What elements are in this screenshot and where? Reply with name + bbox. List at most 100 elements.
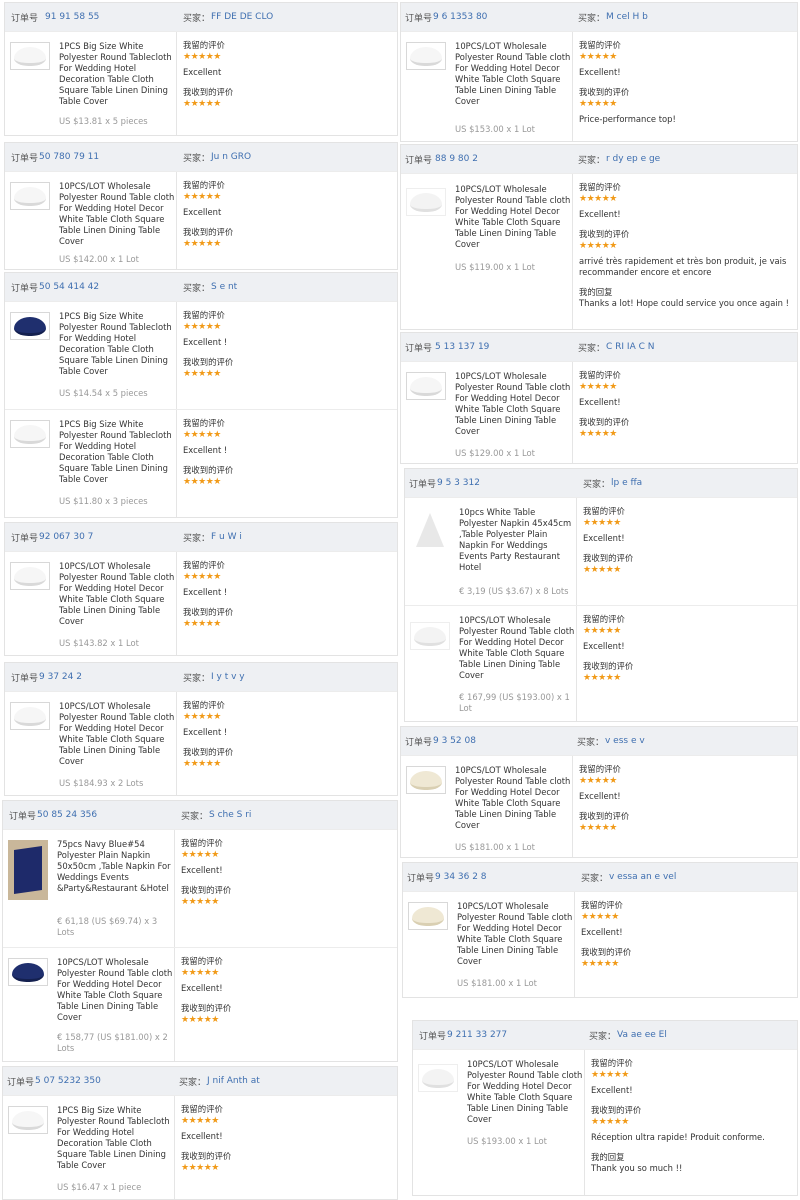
buyer-name[interactable]: r dy ep e ge bbox=[606, 154, 660, 164]
product-title[interactable]: 75pcs Navy Blue#54 Polyester Plain Napki… bbox=[57, 839, 173, 894]
product-price: US $193.00 x 1 Lot bbox=[467, 1136, 547, 1146]
buyer-label: 买家： bbox=[583, 479, 611, 490]
order-number[interactable]: 50 85 24 356 bbox=[37, 810, 97, 820]
order-number[interactable]: 9 5 3 312 bbox=[437, 478, 480, 488]
star-rating: ★★★★★ bbox=[583, 565, 621, 575]
star-rating: ★★★★★ bbox=[183, 712, 221, 722]
product-title[interactable]: 10PCS/LOT Wholesale Polyester Round Tabl… bbox=[467, 1059, 583, 1125]
my-review-label: 我留的评价 bbox=[579, 182, 621, 192]
product-cell: 10PCS/LOT Wholesale Polyester Round Tabl… bbox=[5, 552, 177, 655]
product-price: US $142.00 x 1 Lot bbox=[59, 254, 139, 264]
product-thumbnail[interactable] bbox=[10, 702, 50, 730]
order-card: 订单号 9 3 52 08 买家： v ess e v 10PCS/LOT Wh… bbox=[400, 726, 798, 858]
received-review-label: 我收到的评价 bbox=[183, 465, 234, 475]
buyer-name[interactable]: M cel H b bbox=[606, 12, 648, 22]
order-item: 10PCS/LOT Wholesale Polyester Round Tabl… bbox=[403, 891, 797, 997]
order-number[interactable]: 5 13 137 19 bbox=[435, 342, 489, 352]
received-review-label: 我收到的评价 bbox=[581, 947, 632, 957]
order-number[interactable]: 9 6 1353 80 bbox=[433, 12, 487, 22]
star-rating: ★★★★★ bbox=[591, 1070, 629, 1080]
buyer-label: 买家： bbox=[183, 533, 211, 544]
buyer-name[interactable]: S e nt bbox=[211, 282, 237, 292]
order-number-label: 订单号 bbox=[409, 479, 437, 490]
order-number[interactable]: 9 211 33 277 bbox=[447, 1030, 507, 1040]
buyer-name[interactable]: lp e ffa bbox=[611, 478, 642, 488]
order-number-label: 订单号 bbox=[419, 1031, 447, 1042]
star-rating: ★★★★★ bbox=[183, 239, 221, 249]
product-title[interactable]: 1PCS Big Size White Polyester Round Tabl… bbox=[59, 311, 175, 377]
product-thumbnail[interactable] bbox=[10, 182, 50, 210]
product-thumbnail[interactable] bbox=[8, 1106, 48, 1134]
product-title[interactable]: 10pcs White Table Polyester Napkin 45x45… bbox=[459, 507, 575, 573]
buyer-name[interactable]: C RI IA C N bbox=[606, 342, 654, 352]
product-cell: 10PCS/LOT Wholesale Polyester Round Tabl… bbox=[401, 32, 573, 141]
buyer-name[interactable]: FF DE DE CLO bbox=[211, 12, 273, 22]
product-title[interactable]: 10PCS/LOT Wholesale Polyester Round Tabl… bbox=[455, 371, 571, 437]
order-number[interactable]: 92 067 30 7 bbox=[39, 532, 93, 542]
buyer-name[interactable]: v ess e v bbox=[605, 736, 645, 746]
product-thumbnail[interactable] bbox=[406, 42, 446, 70]
order-number[interactable]: 50 780 79 11 bbox=[39, 152, 99, 162]
received-review-label: 我收到的评价 bbox=[579, 417, 630, 427]
order-number[interactable]: 9 3 52 08 bbox=[433, 736, 476, 746]
buyer-name[interactable]: S che S ri bbox=[209, 810, 251, 820]
product-title[interactable]: 10PCS/LOT Wholesale Polyester Round Tabl… bbox=[57, 957, 173, 1023]
product-thumbnail[interactable] bbox=[406, 372, 446, 400]
product-thumbnail[interactable] bbox=[418, 1064, 458, 1092]
product-thumbnail[interactable] bbox=[8, 840, 48, 900]
buyer-name[interactable]: J nif Anth at bbox=[207, 1076, 260, 1086]
review-cell: 我留的评价 ★★★★★ Excellent ! 我收到的评价 ★★★★★ bbox=[177, 552, 397, 655]
order-item: 10PCS/LOT Wholesale Polyester Round Tabl… bbox=[413, 1049, 797, 1195]
product-thumbnail[interactable] bbox=[10, 312, 50, 340]
product-title[interactable]: 1PCS Big Size White Polyester Round Tabl… bbox=[59, 419, 175, 485]
my-review-label: 我留的评价 bbox=[183, 700, 225, 710]
product-thumbnail[interactable] bbox=[10, 562, 50, 590]
order-number-label: 订单号 bbox=[405, 737, 433, 748]
product-thumbnail[interactable] bbox=[406, 766, 446, 794]
buyer-name[interactable]: I y t v y bbox=[211, 672, 245, 682]
star-rating: ★★★★★ bbox=[181, 1015, 219, 1025]
buyer-name[interactable]: Ju n GRO bbox=[211, 152, 251, 162]
product-thumbnail[interactable] bbox=[410, 622, 450, 650]
product-thumbnail[interactable] bbox=[408, 902, 448, 930]
product-thumbnail[interactable] bbox=[10, 420, 50, 448]
product-title[interactable]: 10PCS/LOT Wholesale Polyester Round Tabl… bbox=[59, 701, 175, 767]
star-rating: ★★★★★ bbox=[183, 369, 221, 379]
order-card: 订单号 9 6 1353 80 买家： M cel H b 10PCS/LOT … bbox=[400, 2, 798, 142]
buyer-name[interactable]: Va ae ee El bbox=[617, 1030, 667, 1040]
product-price: US $184.93 x 2 Lots bbox=[59, 778, 144, 788]
buyer-name[interactable]: F u W i bbox=[211, 532, 242, 542]
product-thumbnail[interactable] bbox=[410, 508, 450, 552]
product-title[interactable]: 10PCS/LOT Wholesale Polyester Round Tabl… bbox=[455, 41, 571, 107]
order-number-label: 订单号 bbox=[11, 13, 39, 24]
product-title[interactable]: 1PCS Big Size White Polyester Round Tabl… bbox=[59, 41, 175, 107]
product-title[interactable]: 1PCS Big Size White Polyester Round Tabl… bbox=[57, 1105, 173, 1171]
order-number[interactable]: 9 34 36 2 8 bbox=[435, 872, 487, 882]
order-number[interactable]: 88 9 80 2 bbox=[435, 154, 478, 164]
order-number-label: 订单号 bbox=[407, 873, 435, 884]
received-review-label: 我收到的评价 bbox=[579, 87, 630, 97]
order-header: 订单号 50 85 24 356 买家： S che S ri bbox=[3, 801, 397, 829]
product-thumbnail[interactable] bbox=[8, 958, 48, 986]
product-thumbnail[interactable] bbox=[406, 188, 446, 216]
product-title[interactable]: 10PCS/LOT Wholesale Polyester Round Tabl… bbox=[59, 181, 175, 247]
product-title[interactable]: 10PCS/LOT Wholesale Polyester Round Tabl… bbox=[455, 765, 571, 831]
buyer-name[interactable]: v essa an e vel bbox=[609, 872, 676, 882]
star-rating: ★★★★★ bbox=[579, 382, 617, 392]
product-title[interactable]: 10PCS/LOT Wholesale Polyester Round Tabl… bbox=[457, 901, 573, 967]
order-item: 10pcs White Table Polyester Napkin 45x45… bbox=[405, 497, 797, 605]
product-title[interactable]: 10PCS/LOT Wholesale Polyester Round Tabl… bbox=[459, 615, 575, 681]
product-cell: 10PCS/LOT Wholesale Polyester Round Tabl… bbox=[403, 892, 575, 997]
order-number[interactable]: 91 91 58 55 bbox=[45, 12, 99, 22]
product-title[interactable]: 10PCS/LOT Wholesale Polyester Round Tabl… bbox=[59, 561, 175, 627]
order-number[interactable]: 5 07 5232 350 bbox=[35, 1076, 101, 1086]
received-review-label: 我收到的评价 bbox=[591, 1105, 642, 1115]
my-review-label: 我留的评价 bbox=[579, 370, 621, 380]
star-rating: ★★★★★ bbox=[579, 241, 617, 251]
product-title[interactable]: 10PCS/LOT Wholesale Polyester Round Tabl… bbox=[455, 184, 571, 250]
order-number[interactable]: 50 54 414 42 bbox=[39, 282, 99, 292]
buyer-label: 买家： bbox=[578, 155, 606, 166]
product-thumbnail[interactable] bbox=[10, 42, 50, 70]
order-number[interactable]: 9 37 24 2 bbox=[39, 672, 82, 682]
product-price: US $153.00 x 1 Lot bbox=[455, 124, 535, 134]
